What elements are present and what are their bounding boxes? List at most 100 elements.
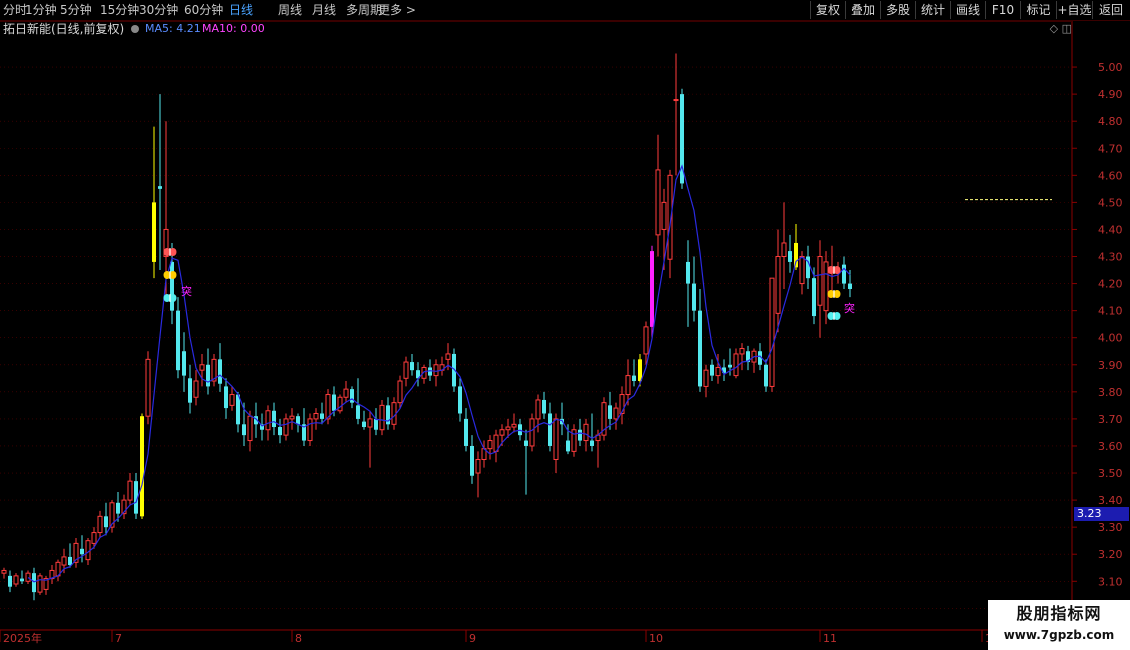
- toolbar-button-8[interactable]: 返回: [1092, 1, 1129, 19]
- candle-body-31: [188, 378, 192, 403]
- candle-body-76: [458, 386, 462, 414]
- candle-body-107: [643, 326, 649, 355]
- candle-body-114: [686, 261, 690, 284]
- candle-body-133: [799, 256, 805, 285]
- candle-body-123: [739, 348, 745, 355]
- candle-body-117: [703, 369, 709, 387]
- period-tab-9[interactable]: 多周期: [346, 2, 382, 18]
- candle-body-59: [356, 405, 360, 419]
- candle-body-2: [13, 575, 19, 585]
- y-tick-label-11: 4.10: [1098, 305, 1123, 318]
- signal-text-2: 突: [844, 301, 855, 315]
- candle-body-72: [433, 364, 439, 377]
- candle-body-51: [307, 418, 313, 442]
- period-tab-10[interactable]: 更多 >: [378, 2, 416, 18]
- period-tab-1[interactable]: 1分钟: [25, 2, 57, 18]
- x-tick-label-5: 11: [823, 632, 837, 645]
- candle-body-104: [625, 375, 631, 396]
- period-tab-7[interactable]: 周线: [278, 2, 302, 18]
- y-tick-label-2: 3.20: [1098, 548, 1123, 561]
- candle-body-0: [1, 569, 7, 574]
- y-tick-label-15: 4.50: [1098, 196, 1123, 209]
- y-tick-label-5: 3.50: [1098, 467, 1123, 480]
- candle-body-83: [499, 429, 505, 436]
- candle-body-79: [475, 458, 481, 474]
- candle-body-11: [68, 556, 72, 566]
- toolbar-button-4[interactable]: 画线: [950, 1, 985, 19]
- candle-body-55: [332, 394, 336, 411]
- candle-body-112: [673, 99, 679, 102]
- candle-body-29: [176, 310, 180, 371]
- watermark: 股朋指标网 www.7gpzb.com: [988, 600, 1130, 650]
- x-tick-label-4: 10: [649, 632, 663, 645]
- butterfly-icon-red-2-body: [833, 266, 835, 274]
- toolbar-button-6[interactable]: 标记: [1020, 1, 1056, 19]
- candle-body-102: [613, 407, 619, 420]
- candle-body-17: [104, 516, 108, 528]
- candle-body-47: [283, 418, 289, 436]
- candle-body-24: [145, 358, 151, 417]
- candle-body-88: [529, 418, 535, 447]
- candle-body-37: [224, 386, 228, 409]
- y-tick-label-6: 3.60: [1098, 440, 1123, 453]
- candle-body-60: [362, 421, 366, 428]
- signal-text-1: 突: [181, 284, 192, 298]
- toolbar-button-2[interactable]: 多股: [880, 1, 915, 19]
- candle-body-38: [229, 394, 235, 406]
- toolbar-button-7[interactable]: +自选: [1056, 1, 1092, 19]
- candle-body-30: [182, 351, 186, 376]
- candle-body-67: [403, 361, 409, 379]
- candle-body-91: [548, 413, 552, 446]
- toolbar-button-5[interactable]: F10: [985, 1, 1020, 19]
- y-tick-label-1: 3.10: [1098, 575, 1123, 588]
- candlestick-chart[interactable]: 3.003.103.203.303.403.503.603.703.803.90…: [0, 0, 1130, 650]
- candle-body-90: [542, 399, 546, 414]
- toolbar-button-0[interactable]: 复权: [810, 1, 845, 19]
- candle-body-130: [781, 242, 787, 258]
- candle-body-118: [710, 364, 714, 376]
- ma10-label: MA10: 0.00: [202, 22, 265, 35]
- period-tab-4[interactable]: 30分钟: [139, 2, 178, 18]
- candle-body-4: [25, 572, 31, 582]
- candle-body-108: [650, 251, 654, 327]
- candle-body-74: [445, 353, 451, 360]
- stock-title: 拓日新能(日线,前复权): [3, 22, 125, 36]
- period-tab-5[interactable]: 60分钟: [184, 2, 223, 18]
- candle-body-115: [692, 283, 696, 311]
- candle-body-121: [728, 364, 732, 368]
- candle-body-34: [206, 364, 210, 387]
- candle-body-116: [698, 310, 702, 387]
- y-tick-label-20: 5.00: [1098, 61, 1123, 74]
- period-tab-3[interactable]: 15分钟: [100, 2, 139, 18]
- watermark-title: 股朋指标网: [1016, 604, 1102, 623]
- period-tab-2[interactable]: 5分钟: [60, 2, 92, 18]
- candle-body-96: [578, 429, 582, 441]
- period-tab-0[interactable]: 分时: [3, 2, 27, 18]
- candle-body-136: [817, 256, 823, 306]
- candle-body-13: [80, 548, 84, 555]
- candle-body-68: [410, 362, 414, 371]
- candle-body-46: [278, 427, 282, 436]
- candle-body-40: [242, 424, 246, 436]
- candle-body-63: [379, 404, 385, 431]
- candle-body-52: [313, 412, 319, 420]
- candle-body-140: [842, 264, 846, 284]
- candle-body-44: [265, 410, 271, 431]
- candle-body-26: [158, 186, 162, 189]
- settings-dot-icon[interactable]: [131, 25, 139, 33]
- toolbar-button-1[interactable]: 叠加: [845, 1, 880, 19]
- toolbar-button-3[interactable]: 统计: [915, 1, 950, 19]
- ma5-line: [27, 164, 851, 583]
- y-tick-label-9: 3.90: [1098, 359, 1123, 372]
- y-tick-label-3: 3.30: [1098, 521, 1123, 534]
- ma5-label: MA5: 4.21: [145, 22, 201, 35]
- candle-body-110: [661, 201, 667, 230]
- window-controls[interactable]: ◇ ◫: [1050, 22, 1072, 35]
- current-price-box: 3.23: [1074, 507, 1129, 521]
- period-tab-6[interactable]: 日线: [229, 2, 253, 18]
- butterfly-icon-cyan-2-body: [833, 312, 835, 320]
- y-tick-label-16: 4.60: [1098, 169, 1123, 182]
- period-tab-8[interactable]: 月线: [312, 2, 336, 18]
- x-tick-label-0: 2025年: [3, 631, 42, 645]
- candle-body-21: [127, 480, 133, 501]
